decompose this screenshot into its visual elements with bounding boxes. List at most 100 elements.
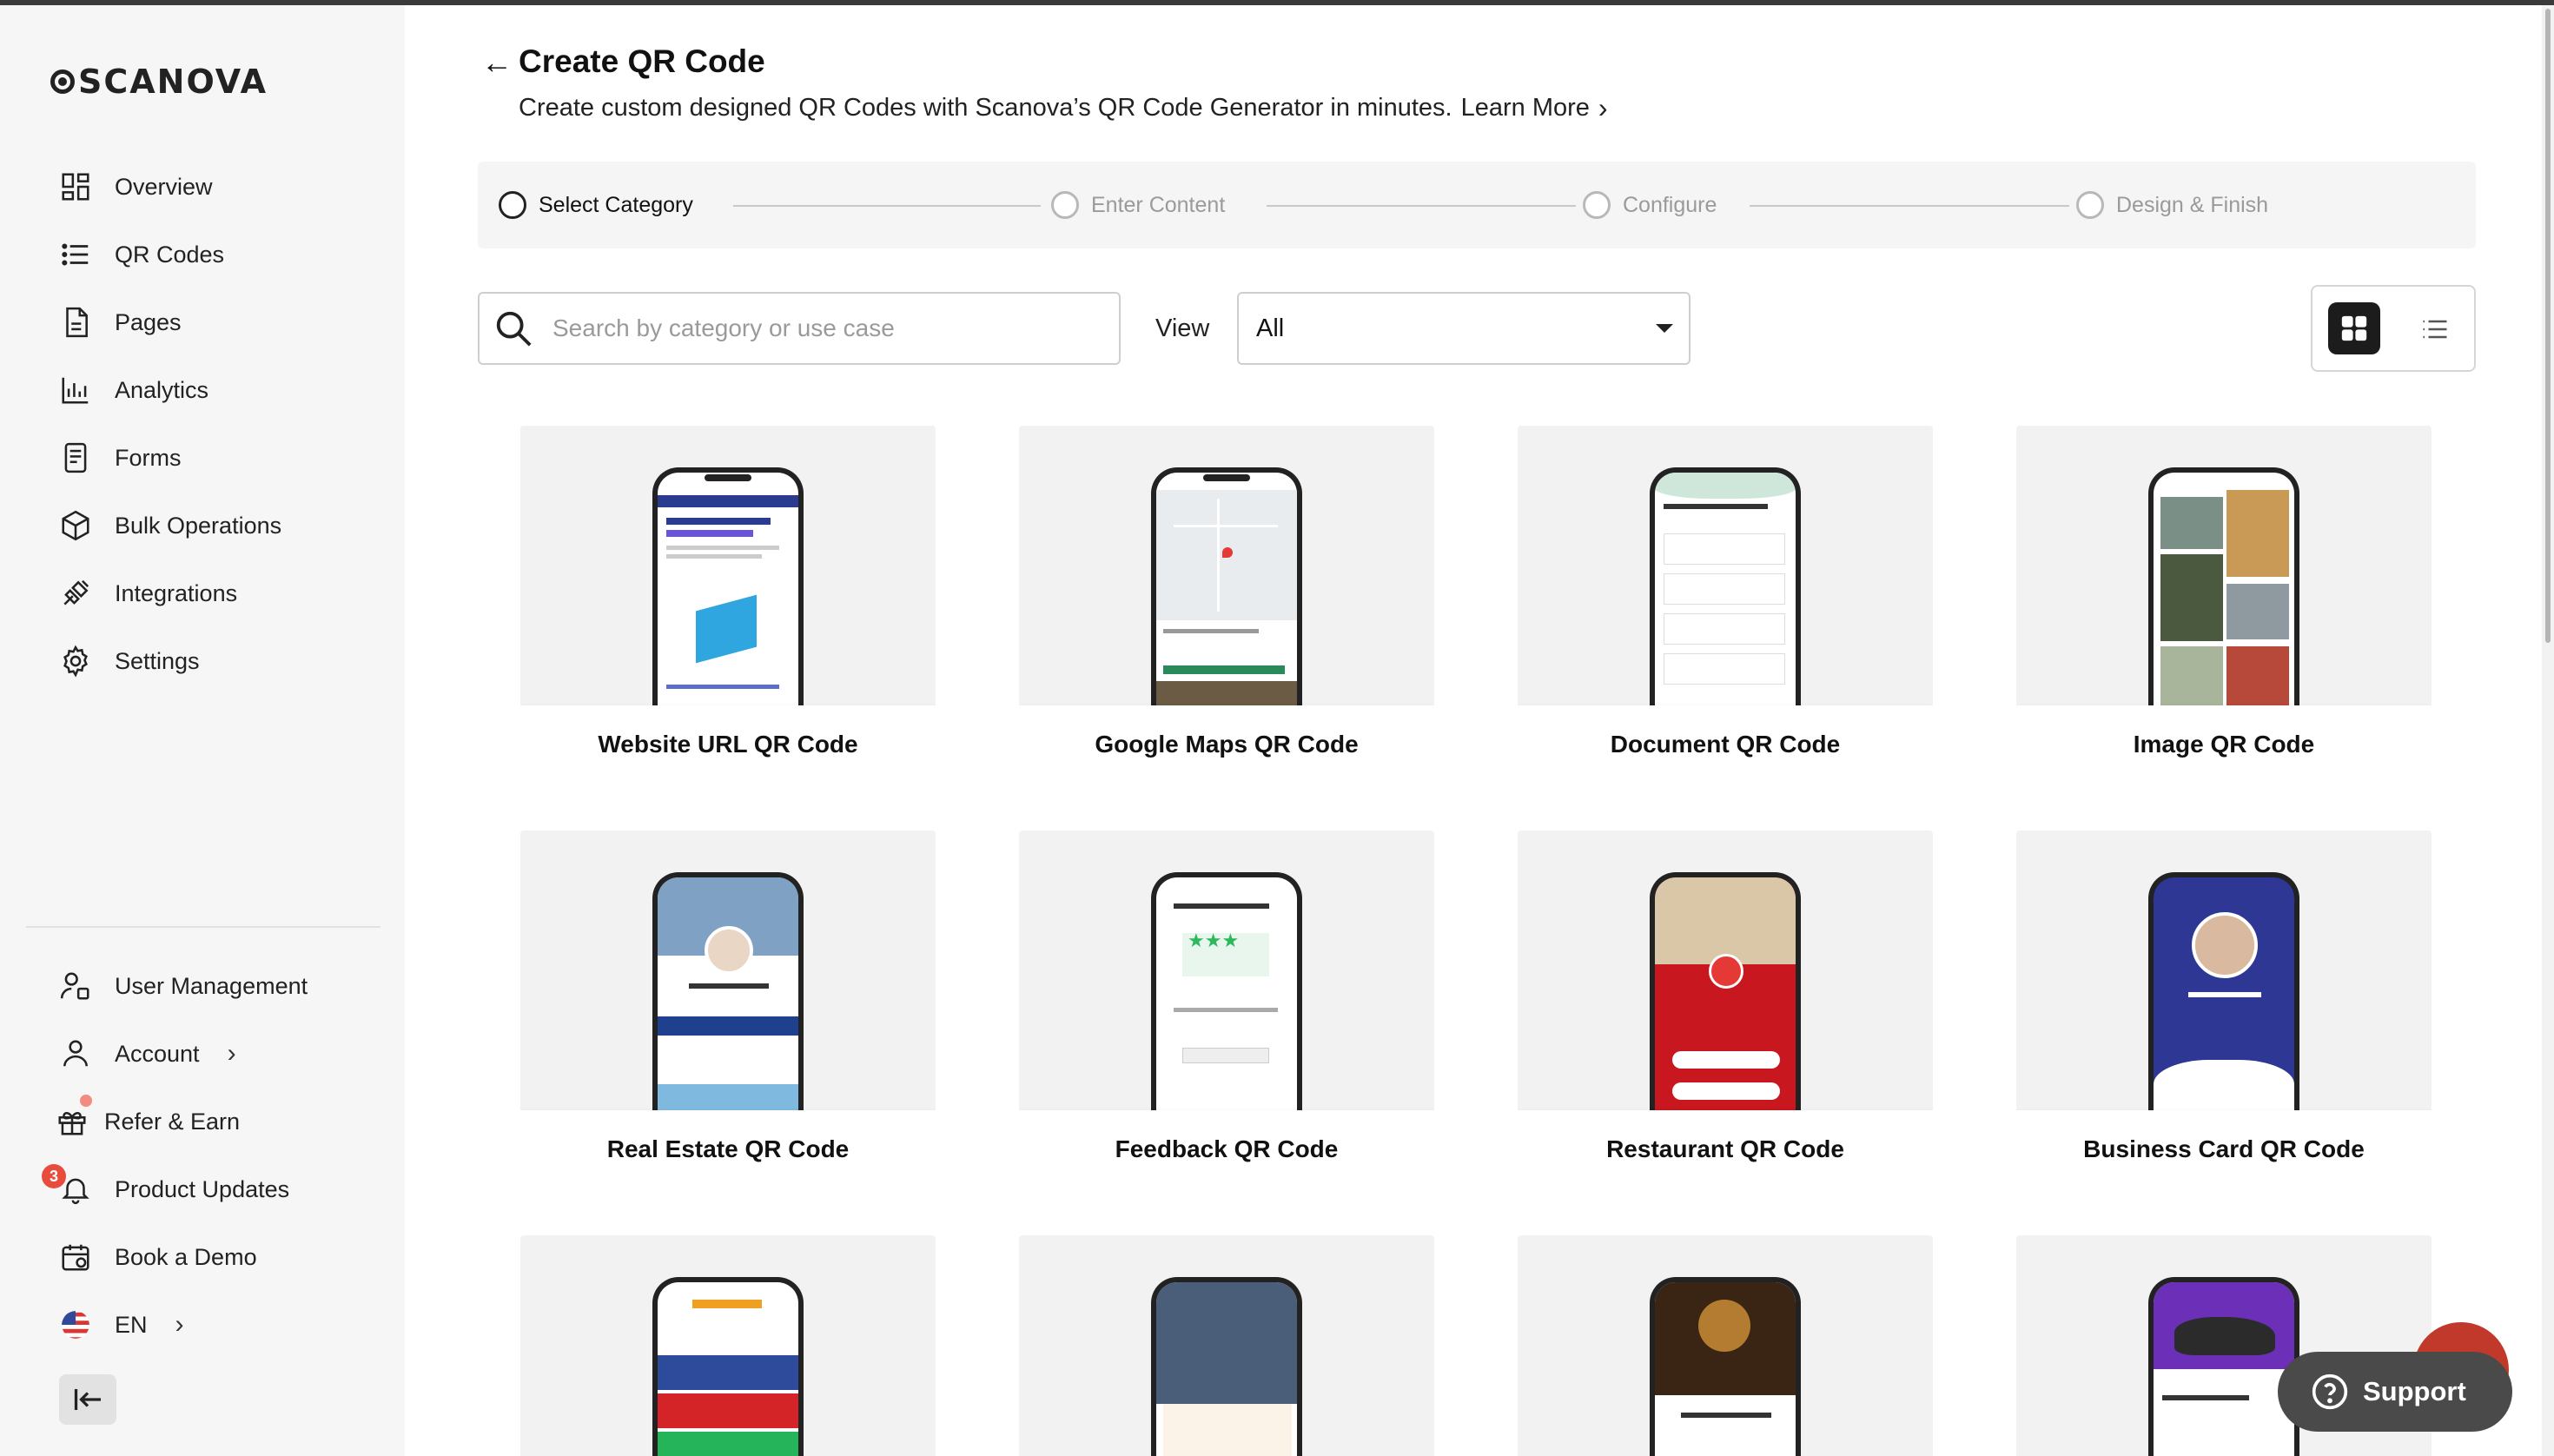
- progress-stepper: Select Category Enter Content Configure …: [478, 162, 2476, 248]
- step-label: Enter Content: [1091, 192, 1226, 217]
- card-label: Google Maps QR Code: [1019, 705, 1434, 784]
- chevron-right-icon: ›: [1598, 92, 1608, 123]
- card-feedback[interactable]: ★★★ Feedback QR Code: [1019, 831, 1434, 1188]
- view-filter-select[interactable]: All: [1237, 292, 1691, 365]
- sidebar-item-book-demo[interactable]: Book a Demo: [0, 1223, 405, 1291]
- sidebar-item-settings[interactable]: Settings: [0, 627, 405, 695]
- phone-preview: [2148, 872, 2299, 1115]
- sidebar-item-account[interactable]: Account ›: [0, 1020, 405, 1088]
- step-label: Select Category: [539, 192, 693, 217]
- search-box: [478, 292, 1121, 365]
- list-view-button[interactable]: [2415, 309, 2455, 349]
- step-design-finish[interactable]: Design & Finish: [2076, 162, 2268, 248]
- logo-mark-icon: [50, 69, 75, 94]
- plug-icon: [63, 579, 89, 606]
- card-label: Document QR Code: [1518, 705, 1933, 784]
- sidebar-item-user-management[interactable]: User Management: [0, 952, 405, 1020]
- sidebar-item-refer-earn[interactable]: Refer & Earn: [0, 1088, 405, 1155]
- grid-icon: [2341, 315, 2367, 341]
- chevron-right-icon: ›: [227, 1039, 236, 1068]
- step-circle-icon: [1583, 191, 1611, 219]
- refer-notification-dot: [80, 1095, 92, 1107]
- card-label: Image QR Code: [2016, 705, 2432, 784]
- sidebar-item-label: Analytics: [115, 376, 209, 403]
- card-wedding[interactable]: [1019, 1235, 1434, 1456]
- help-circle-icon: [2312, 1373, 2348, 1410]
- search-icon: [496, 311, 532, 347]
- gift-icon: [58, 1112, 86, 1135]
- card-document[interactable]: Document QR Code: [1518, 426, 1933, 784]
- card-restaurant[interactable]: Restaurant QR Code: [1518, 831, 1933, 1188]
- step-label: Design & Finish: [2116, 192, 2269, 217]
- card-google-maps[interactable]: Google Maps QR Code: [1019, 426, 1434, 784]
- cube-icon: [62, 510, 89, 541]
- phone-preview: [1650, 872, 1801, 1115]
- card-label: Feedback QR Code: [1019, 1110, 1434, 1188]
- sidebar-item-label: Product Updates: [115, 1175, 290, 1202]
- sidebar-item-label: Bulk Operations: [115, 512, 282, 539]
- step-label: Configure: [1623, 192, 1717, 217]
- step-circle-icon: [499, 191, 526, 219]
- collapse-icon: [74, 1389, 101, 1410]
- phone-preview: [2148, 1277, 2299, 1456]
- product-updates-badge: 3: [42, 1164, 66, 1188]
- learn-more-link[interactable]: Learn More: [1461, 94, 1590, 122]
- secondary-nav: User Management Account › Refer & Earn P…: [0, 952, 405, 1359]
- subtitle-text: Create custom designed QR Codes with Sca…: [519, 94, 1452, 122]
- language-label: EN: [115, 1311, 148, 1338]
- sidebar-item-overview[interactable]: Overview: [0, 153, 405, 221]
- phone-preview: [1650, 467, 1801, 711]
- page-subtitle: Create custom designed QR Codes with Sca…: [519, 92, 1608, 124]
- main-content: ← Create QR Code Create custom designed …: [405, 5, 2554, 1456]
- phone-preview: [1650, 1277, 1801, 1456]
- user-icon: [63, 1040, 88, 1067]
- scrollbar-thumb[interactable]: [2545, 9, 2551, 643]
- list-icon: [62, 243, 89, 266]
- language-selector[interactable]: EN ›: [0, 1291, 405, 1359]
- sidebar-item-label: User Management: [115, 972, 308, 999]
- sidebar-item-bulk-operations[interactable]: Bulk Operations: [0, 492, 405, 559]
- step-enter-content[interactable]: Enter Content: [1051, 162, 1225, 248]
- support-label: Support: [2363, 1376, 2466, 1406]
- sidebar-item-label: Overview: [115, 173, 213, 200]
- sidebar-item-label: Settings: [115, 647, 200, 674]
- card-image[interactable]: Image QR Code: [2016, 426, 2432, 784]
- sidebar-item-forms[interactable]: Forms: [0, 424, 405, 492]
- sidebar-item-pages[interactable]: Pages: [0, 288, 405, 356]
- back-arrow-icon[interactable]: ←: [481, 45, 516, 80]
- card-label: Real Estate QR Code: [520, 1110, 936, 1188]
- step-configure[interactable]: Configure: [1583, 162, 1717, 248]
- sidebar: SCANOVA Overview QR Codes Pages Analytic…: [0, 5, 405, 1456]
- search-input[interactable]: [552, 314, 1074, 342]
- step-connector: [733, 205, 1041, 207]
- us-flag-icon: [62, 1311, 89, 1339]
- chevron-right-icon: ›: [175, 1310, 184, 1339]
- gear-icon: [63, 645, 88, 678]
- step-circle-icon: [2076, 191, 2104, 219]
- card-website-url[interactable]: Website URL QR Code: [520, 426, 936, 784]
- card-label: Website URL QR Code: [520, 705, 936, 784]
- caret-down-icon: [1656, 324, 1673, 333]
- sidebar-item-label: Integrations: [115, 579, 238, 606]
- card-real-estate[interactable]: Real Estate QR Code: [520, 831, 936, 1188]
- brand-logo[interactable]: SCANOVA: [50, 61, 268, 103]
- phone-preview: [1151, 1277, 1302, 1456]
- sidebar-divider: [26, 926, 380, 928]
- collapse-sidebar-button[interactable]: [59, 1374, 116, 1425]
- user-settings-icon: [60, 972, 89, 1000]
- support-button[interactable]: Support: [2278, 1352, 2512, 1432]
- page-title: Create QR Code: [519, 43, 765, 79]
- view-label: View: [1155, 314, 1210, 342]
- sidebar-item-analytics[interactable]: Analytics: [0, 356, 405, 424]
- card-event[interactable]: [1518, 1235, 1933, 1456]
- card-business-card[interactable]: Business Card QR Code: [2016, 831, 2432, 1188]
- card-social-media[interactable]: [520, 1235, 936, 1456]
- sidebar-item-integrations[interactable]: Integrations: [0, 559, 405, 627]
- grid-view-button[interactable]: [2328, 302, 2380, 354]
- step-connector: [1267, 205, 1576, 207]
- list-view-icon: [2423, 320, 2447, 339]
- sidebar-item-qr-codes[interactable]: QR Codes: [0, 221, 405, 288]
- view-selected-value: All: [1256, 314, 1285, 342]
- step-circle-icon: [1051, 191, 1079, 219]
- step-select-category[interactable]: Select Category: [499, 162, 693, 248]
